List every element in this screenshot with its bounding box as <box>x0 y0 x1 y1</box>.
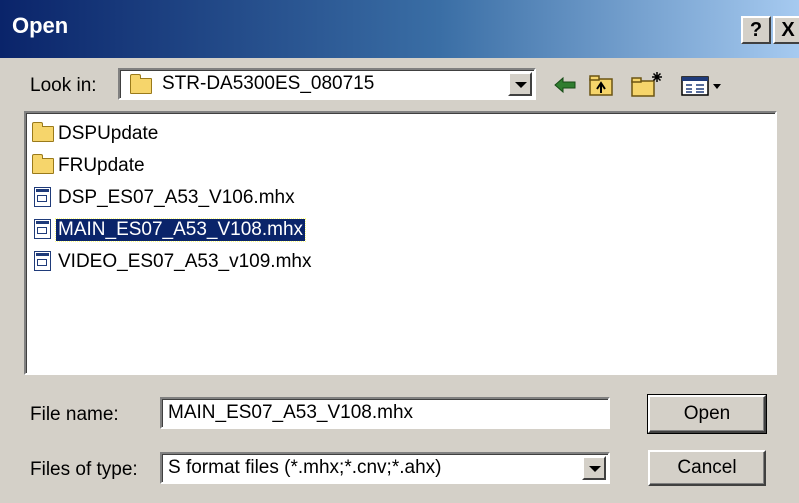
title-bar: Open ? X <box>0 0 799 58</box>
list-item-label: FRUpdate <box>58 155 145 176</box>
file-icon <box>34 251 51 271</box>
new-folder-icon[interactable] <box>630 70 666 100</box>
list-item-label: VIDEO_ES07_A53_v109.mhx <box>58 251 312 272</box>
window-title: Open <box>12 13 69 38</box>
file-list[interactable]: DSPUpdate FRUpdate DSP_ES07_A53_V106.mhx… <box>24 111 777 375</box>
list-item-label: MAIN_ES07_A53_V108.mhx <box>54 218 307 242</box>
look-in-combobox[interactable]: STR-DA5300ES_080715 <box>118 68 536 100</box>
look-in-label: Look in: <box>30 75 97 96</box>
close-button[interactable]: X <box>773 16 799 44</box>
look-in-value: STR-DA5300ES_080715 <box>162 73 375 94</box>
back-arrow-icon[interactable] <box>552 70 578 100</box>
list-item-label: DSP_ES07_A53_V106.mhx <box>58 187 295 208</box>
open-button[interactable]: Open <box>647 394 767 434</box>
files-of-type-label: Files of type: <box>30 459 138 480</box>
file-name-input[interactable]: MAIN_ES07_A53_V108.mhx <box>160 397 610 429</box>
folder-icon <box>32 154 54 174</box>
folder-icon <box>130 74 152 94</box>
chevron-down-icon[interactable] <box>582 456 606 480</box>
file-name-value: MAIN_ES07_A53_V108.mhx <box>168 402 414 423</box>
file-icon <box>34 187 51 207</box>
chevron-down-icon[interactable] <box>508 72 532 96</box>
folder-icon <box>32 122 54 142</box>
help-button[interactable]: ? <box>741 16 771 44</box>
view-menu-icon[interactable] <box>680 70 726 100</box>
cancel-button[interactable]: Cancel <box>648 450 766 486</box>
file-icon <box>34 219 51 239</box>
files-of-type-select[interactable]: S format files (*.mhx;*.cnv;*.ahx) <box>160 452 610 484</box>
file-name-label: File name: <box>30 404 119 425</box>
list-item-label: DSPUpdate <box>58 123 159 144</box>
up-folder-icon[interactable] <box>588 70 616 100</box>
files-of-type-value: S format files (*.mhx;*.cnv;*.ahx) <box>168 457 442 478</box>
